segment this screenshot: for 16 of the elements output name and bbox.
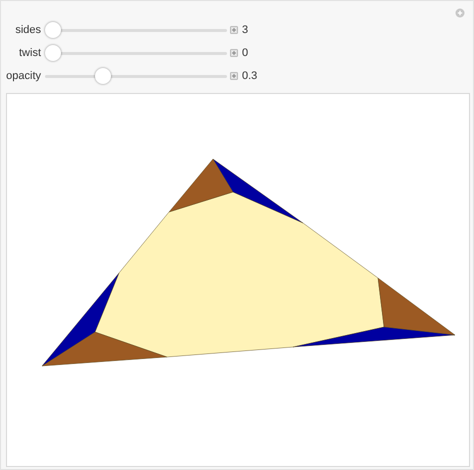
add-icon[interactable]: [455, 8, 465, 18]
plus-icon[interactable]: [230, 49, 238, 57]
slider-label: opacity: [5, 70, 41, 82]
slider-label: sides: [14, 24, 41, 36]
plus-icon[interactable]: [230, 72, 238, 80]
slider-thumb[interactable]: [45, 22, 61, 38]
slider[interactable]: [45, 68, 227, 84]
slider-value: 0.3: [242, 70, 258, 82]
plus-icon[interactable]: [230, 26, 238, 34]
slider-thumb[interactable]: [94, 68, 111, 84]
slider-label: twist: [18, 47, 41, 59]
slider-value: 0: [242, 47, 248, 59]
slider-thumb[interactable]: [45, 45, 61, 61]
slider[interactable]: [45, 45, 227, 61]
slider-value: 3: [242, 24, 248, 36]
slider[interactable]: [45, 22, 227, 38]
